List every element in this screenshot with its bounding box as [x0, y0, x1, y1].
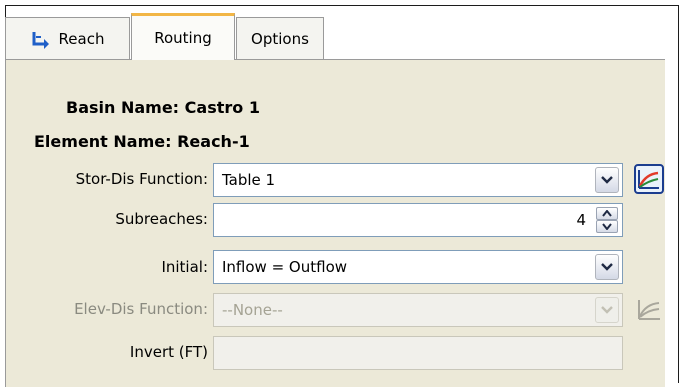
tab-routing[interactable]: Routing — [131, 13, 235, 60]
basin-name-value: Castro 1 — [184, 98, 260, 117]
elev-dis-label: Elev-Dis Function: — [74, 300, 208, 318]
routing-panel: Basin Name: Castro 1 Element Name: Reach… — [5, 59, 665, 387]
element-name-value: Reach-1 — [177, 132, 250, 151]
initial-label: Initial: — [161, 258, 208, 276]
stor-dis-value: Table 1 — [222, 171, 276, 189]
chevron-down-icon — [601, 306, 613, 314]
tab-reach[interactable]: Reach — [5, 17, 130, 59]
initial-dropdown-button[interactable] — [595, 254, 619, 280]
chevron-down-icon — [601, 263, 613, 271]
initial-value: Inflow = Outflow — [222, 258, 348, 276]
subreaches-spinner[interactable]: 4 — [213, 203, 623, 237]
arrow-up-icon — [602, 210, 612, 217]
graph-icon-disabled[interactable] — [634, 294, 664, 324]
basin-name-label: Basin Name: — [66, 98, 180, 117]
tab-options-label: Options — [251, 29, 309, 48]
tab-routing-label: Routing — [154, 29, 212, 47]
tab-strip: Reach Routing Options — [5, 13, 665, 60]
subreaches-stepper — [596, 207, 618, 233]
spin-down-button[interactable] — [596, 220, 618, 233]
stor-dis-select[interactable]: Table 1 — [213, 163, 623, 197]
stor-dis-label: Stor-Dis Function: — [75, 170, 208, 188]
reach-icon — [32, 31, 49, 49]
element-name: Element Name: Reach-1 — [34, 132, 250, 151]
elev-dis-select[interactable]: --None-- — [213, 293, 623, 327]
subreaches-label: Subreaches: — [115, 210, 208, 228]
arrow-down-icon — [602, 223, 612, 230]
elev-dis-value: --None-- — [222, 301, 283, 319]
tab-options[interactable]: Options — [236, 17, 324, 59]
basin-name: Basin Name: Castro 1 — [66, 98, 260, 117]
element-name-label: Element Name: — [34, 132, 172, 151]
initial-select[interactable]: Inflow = Outflow — [213, 250, 623, 284]
elev-dis-dropdown-button[interactable] — [595, 297, 619, 323]
invert-input[interactable] — [213, 336, 623, 370]
stor-dis-dropdown-button[interactable] — [595, 167, 619, 193]
subreaches-value: 4 — [576, 211, 586, 229]
graph-icon[interactable] — [634, 164, 664, 194]
invert-label: Invert (FT) — [129, 343, 208, 361]
tab-reach-label: Reach — [58, 29, 105, 48]
chevron-down-icon — [601, 176, 613, 184]
spin-up-button[interactable] — [596, 207, 618, 220]
